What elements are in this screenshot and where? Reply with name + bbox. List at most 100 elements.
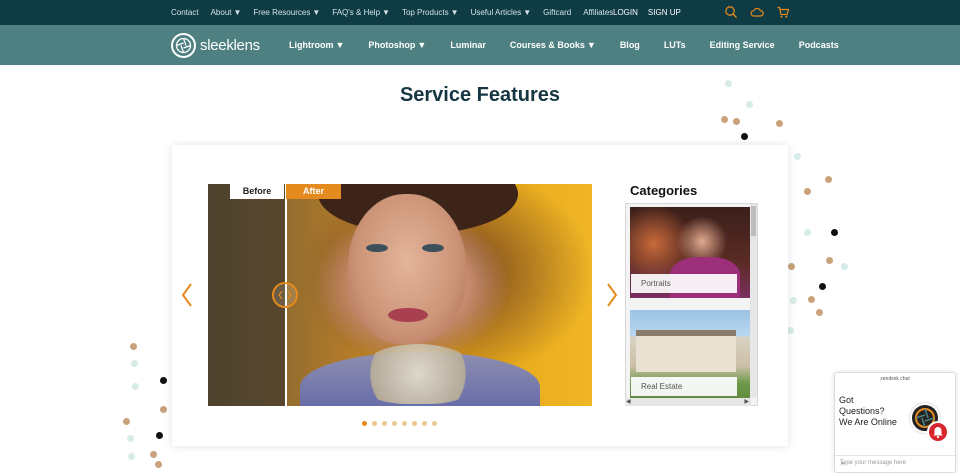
before-after-photo[interactable] xyxy=(208,184,592,406)
nav-luts[interactable]: LUTs xyxy=(664,40,686,50)
scrollbar-thumb[interactable] xyxy=(751,206,756,236)
logo[interactable]: sleeklens xyxy=(171,32,260,58)
pagination-dot[interactable] xyxy=(382,421,387,426)
confetti-dot xyxy=(150,451,157,458)
confetti-dot xyxy=(160,406,167,413)
notification-badge xyxy=(927,421,949,443)
nav-editing-service[interactable]: Editing Service xyxy=(710,40,775,50)
pagination-dot[interactable] xyxy=(412,421,417,426)
confetti-dot xyxy=(725,80,732,87)
house-image xyxy=(636,330,736,372)
pagination-dot[interactable] xyxy=(392,421,397,426)
confetti-dot xyxy=(746,101,753,108)
confetti-dot xyxy=(156,432,163,439)
category-item-real-estate[interactable]: Real Estate xyxy=(630,310,750,401)
chevron-down-icon: ▼ xyxy=(382,8,390,17)
confetti-dot xyxy=(160,377,167,384)
top-link-top-products[interactable]: Top Products ▼ xyxy=(402,8,459,17)
cloud-icon[interactable] xyxy=(750,5,764,19)
chat-message: Got Questions? We Are Online xyxy=(839,395,897,427)
login-link[interactable]: LOGIN xyxy=(613,8,638,17)
photo-eye xyxy=(422,244,444,252)
confetti-dot xyxy=(825,176,832,183)
nav-luminar[interactable]: Luminar xyxy=(450,40,486,50)
send-icon[interactable]: ➤ xyxy=(840,460,950,467)
main-nav: sleeklens Lightroom ▼ Photoshop ▼ Luminar … xyxy=(0,25,960,65)
nav-podcasts[interactable]: Podcasts xyxy=(799,40,839,50)
top-link-about[interactable]: About ▼ xyxy=(211,8,242,17)
confetti-dot xyxy=(155,461,162,468)
before-tag: Before xyxy=(230,184,284,199)
search-icon[interactable] xyxy=(724,5,738,19)
chevron-down-icon: ▼ xyxy=(523,8,532,17)
confetti-dot xyxy=(733,118,740,125)
confetti-dot xyxy=(804,229,811,236)
confetti-dot xyxy=(826,257,833,264)
confetti-dot xyxy=(131,360,138,367)
confetti-dot xyxy=(819,283,826,290)
top-icons xyxy=(724,5,790,19)
top-link-affiliates[interactable]: Affiliates xyxy=(583,8,613,17)
confetti-dot xyxy=(790,297,797,304)
bell-icon xyxy=(933,427,943,439)
nav-courses-books[interactable]: Courses & Books ▼ xyxy=(510,40,596,50)
top-nav: Contact About ▼ Free Resources ▼ FAQ's & H… xyxy=(171,0,613,25)
chat-header: zendesk chat xyxy=(880,376,910,382)
confetti-dot xyxy=(128,453,135,460)
chat-widget[interactable]: zendesk chat Got Questions? We Are Onlin… xyxy=(834,372,956,473)
chevron-down-icon: ▼ xyxy=(417,40,427,50)
scroll-right-icon[interactable]: ▶ xyxy=(744,398,749,405)
scroll-left-icon[interactable]: ◀ xyxy=(626,398,631,405)
nav-photoshop[interactable]: Photoshop ▼ xyxy=(368,40,426,50)
pagination-dot[interactable] xyxy=(402,421,407,426)
photo-collar xyxy=(358,344,478,404)
nav-lightroom[interactable]: Lightroom ▼ xyxy=(289,40,344,50)
category-label: Portraits xyxy=(631,274,737,293)
logo-text: sleeklens xyxy=(200,36,260,54)
top-link-free-resources[interactable]: Free Resources ▼ xyxy=(253,8,320,17)
nav-blog[interactable]: Blog xyxy=(620,40,640,50)
confetti-dot xyxy=(794,153,801,160)
confetti-dot xyxy=(804,188,811,195)
chevron-left-icon xyxy=(181,283,192,307)
confetti-dot xyxy=(123,418,130,425)
aperture-icon xyxy=(171,32,196,58)
chevron-down-icon: ▼ xyxy=(233,8,242,17)
chat-input[interactable]: Type your message here ➤ xyxy=(835,455,955,472)
confetti-dot xyxy=(787,327,794,334)
prev-slide-button[interactable] xyxy=(180,282,194,308)
next-slide-button[interactable] xyxy=(605,282,619,308)
pagination-dot[interactable] xyxy=(372,421,377,426)
top-link-useful-articles[interactable]: Useful Articles ▼ xyxy=(471,8,532,17)
categories-horizontal-scrollbar[interactable]: ◀ ▶ xyxy=(625,398,751,406)
top-link-contact[interactable]: Contact xyxy=(171,8,199,17)
categories-list: Portraits Real Estate xyxy=(625,203,758,406)
pagination-dot[interactable] xyxy=(362,421,367,426)
top-link-giftcard[interactable]: Giftcard xyxy=(543,8,571,17)
confetti-dot xyxy=(788,263,795,270)
confetti-dot xyxy=(741,133,748,140)
slider-pagination xyxy=(362,421,437,426)
pagination-dot[interactable] xyxy=(422,421,427,426)
confetti-dot xyxy=(808,296,815,303)
confetti-dot xyxy=(127,435,134,442)
cart-icon[interactable] xyxy=(776,5,790,19)
category-item-portraits[interactable]: Portraits xyxy=(630,207,750,298)
chevron-down-icon: ▼ xyxy=(312,8,321,17)
category-label: Real Estate xyxy=(631,377,737,396)
page-title: Service Features xyxy=(399,84,561,106)
compare-handle[interactable] xyxy=(272,282,298,308)
top-link-faq-help[interactable]: FAQ's & Help ▼ xyxy=(332,8,390,17)
primary-menu: Lightroom ▼ Photoshop ▼ Luminar Courses & … xyxy=(289,25,839,65)
confetti-dot xyxy=(831,229,838,236)
pagination-dot[interactable] xyxy=(432,421,437,426)
photo-eye xyxy=(366,244,388,252)
top-utility-bar: Contact About ▼ Free Resources ▼ FAQ's & H… xyxy=(0,0,960,25)
confetti-dot xyxy=(130,343,137,350)
confetti-dot xyxy=(776,120,783,127)
categories-title: Categories xyxy=(630,183,698,198)
confetti-dot xyxy=(816,309,823,316)
categories-vertical-scrollbar[interactable] xyxy=(750,204,757,397)
chevron-down-icon: ▼ xyxy=(335,40,345,50)
signup-link[interactable]: SIGN UP xyxy=(648,8,681,17)
